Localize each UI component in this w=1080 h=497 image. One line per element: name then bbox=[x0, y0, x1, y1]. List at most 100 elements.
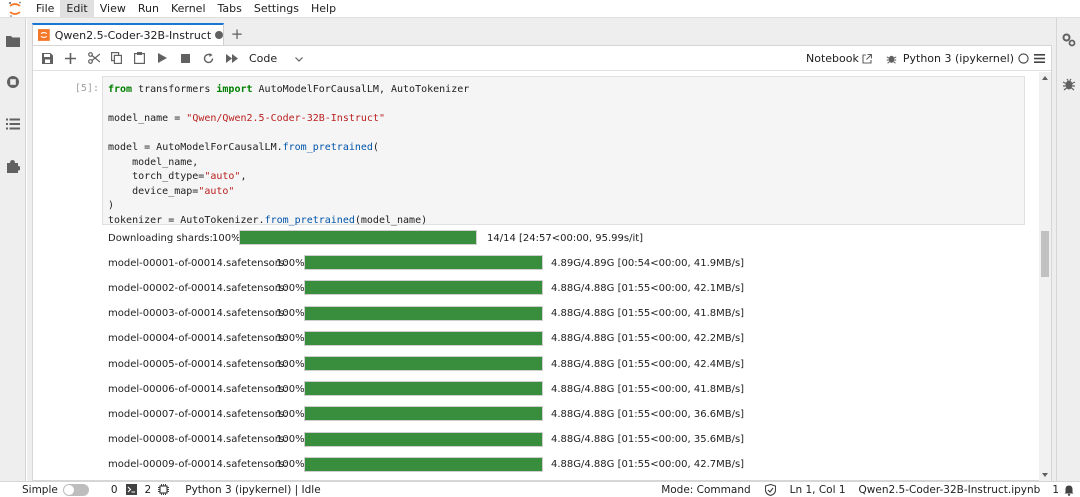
progress-stats: 4.88G/4.88G [01:55<00:00, 42.2MB/s] bbox=[551, 333, 745, 345]
toggle-knob bbox=[63, 484, 74, 495]
progress-fill bbox=[305, 407, 542, 421]
code-token: ( bbox=[372, 142, 379, 153]
file-progress-row: model-00004-of-00014.safetensors: 100% 4.8… bbox=[102, 330, 1032, 347]
open-notebook-button[interactable]: Notebook bbox=[806, 52, 859, 65]
menu-file[interactable]: File bbox=[30, 0, 60, 18]
shards-progress-row: Downloading shards: 100% 14/14 [24:57<00:0… bbox=[102, 230, 1032, 246]
main-area: Qwen2.5-Coder-32B-Instruct + Code Notebo… bbox=[27, 18, 1056, 481]
menu-view[interactable]: View bbox=[94, 0, 132, 18]
progress-label: model-00008-of-00014.safetensors: bbox=[108, 434, 288, 446]
menu-help[interactable]: Help bbox=[305, 0, 342, 18]
notebook-tab[interactable]: Qwen2.5-Coder-32B-Instruct bbox=[32, 23, 224, 45]
terminal-icon bbox=[125, 484, 137, 495]
code-token: tokenizer bbox=[108, 214, 169, 226]
kernel-status-text[interactable]: Python 3 (ipykernel) | Idle bbox=[185, 484, 320, 496]
progress-label: model-00009-of-00014.safetensors: bbox=[108, 459, 288, 471]
cut-icon[interactable] bbox=[82, 47, 105, 69]
debugger-toggle-icon[interactable] bbox=[886, 53, 897, 64]
code-token: torch_dtype= bbox=[108, 171, 205, 182]
progress-label: model-00001-of-00014.safetensors: bbox=[108, 257, 288, 269]
status-bar: Simple 0 2 Python 3 (ipykernel) | Idle M… bbox=[0, 481, 1080, 497]
code-token: "auto" bbox=[204, 171, 241, 182]
menu-tabs[interactable]: Tabs bbox=[212, 0, 248, 18]
terminals-count[interactable]: 0 bbox=[111, 484, 118, 496]
progress-stats: 4.89G/4.89G [00:54<00:00, 41.9MB/s] bbox=[551, 257, 745, 269]
jupyter-logo-icon[interactable] bbox=[0, 0, 30, 18]
progress-bar bbox=[304, 431, 543, 447]
menu-bar: File Edit View Run Kernel Tabs Settings … bbox=[0, 0, 1080, 18]
kernel-status-icon bbox=[1018, 53, 1029, 64]
debugger-icon[interactable] bbox=[1061, 76, 1077, 92]
run-icon[interactable] bbox=[151, 47, 174, 69]
copy-icon[interactable] bbox=[105, 47, 128, 69]
paste-icon[interactable] bbox=[128, 47, 151, 69]
file-progress-row: model-00002-of-00014.safetensors: 100% 4.8… bbox=[102, 280, 1032, 296]
scroll-down-icon[interactable] bbox=[1042, 473, 1048, 477]
notifications-count[interactable]: 1 bbox=[1052, 484, 1059, 496]
chevron-down-icon bbox=[295, 52, 304, 65]
toc-icon[interactable] bbox=[5, 116, 21, 132]
stop-icon[interactable] bbox=[174, 47, 197, 69]
notebook-toolbar: Code Notebook Python 3 (ipykernel) bbox=[33, 46, 1051, 71]
external-link-icon[interactable] bbox=[862, 53, 872, 64]
unsaved-dot-icon[interactable] bbox=[215, 31, 223, 39]
code-line: model = AutoModelForCausalLM.from_pretra… bbox=[108, 141, 469, 156]
code-cell[interactable]: from transformers import AutoModelForCau… bbox=[102, 76, 1025, 228]
fast-forward-icon[interactable] bbox=[220, 47, 243, 69]
menu-kernel[interactable]: Kernel bbox=[165, 0, 212, 18]
progress-percent: 100% bbox=[276, 308, 305, 320]
progress-fill bbox=[305, 256, 542, 270]
simple-mode-toggle[interactable] bbox=[62, 483, 89, 496]
progress-bar bbox=[304, 406, 543, 422]
progress-stats: 4.88G/4.88G [01:55<00:00, 41.8MB/s] bbox=[551, 308, 745, 320]
notebook-panel: Code Notebook Python 3 (ipykernel) [5]: … bbox=[32, 45, 1052, 481]
progress-bar bbox=[304, 356, 543, 371]
code-line: model_name = "Qwen/Qwen2.5-Coder-32B-Ins… bbox=[108, 112, 469, 127]
shield-icon[interactable] bbox=[764, 484, 776, 496]
progress-fill bbox=[305, 306, 542, 320]
progress-bar bbox=[304, 381, 543, 397]
running-icon[interactable] bbox=[5, 74, 21, 90]
bell-icon[interactable] bbox=[1064, 485, 1074, 496]
folder-icon[interactable] bbox=[5, 33, 21, 49]
code-token: from bbox=[108, 84, 133, 95]
progress-fill bbox=[240, 231, 476, 244]
progress-percent: 100% bbox=[276, 358, 305, 370]
progress-stats: 14/14 [24:57<00:00, 95.99s/it] bbox=[487, 232, 644, 244]
menu-settings[interactable]: Settings bbox=[248, 0, 305, 18]
right-sidebar bbox=[1056, 18, 1080, 481]
scrollbar-thumb[interactable] bbox=[1041, 231, 1049, 277]
scroll-up-icon[interactable] bbox=[1042, 76, 1048, 80]
code-token: "auto" bbox=[198, 185, 235, 197]
code-token: "Qwen/Qwen2.5-Coder-32B-Instruct" bbox=[186, 113, 385, 124]
cell-type-select[interactable]: Code bbox=[249, 48, 321, 68]
menu-edit[interactable]: Edit bbox=[60, 0, 94, 18]
add-cell-icon[interactable] bbox=[59, 47, 82, 69]
property-inspector-icon[interactable] bbox=[1061, 32, 1077, 48]
file-progress-row: model-00003-of-00014.safetensors: 100% 4.8… bbox=[102, 305, 1032, 322]
code-token: (model_name) bbox=[354, 214, 428, 226]
notebook-content: [5]: from transformers import AutoModelF… bbox=[33, 72, 1037, 481]
menu-run[interactable]: Run bbox=[132, 0, 165, 18]
code-token: AutoModelForCausalLM. bbox=[150, 142, 283, 153]
progress-label: model-00004-of-00014.safetensors: bbox=[108, 333, 288, 345]
code-line: model_name, bbox=[108, 156, 469, 171]
add-tab-button[interactable]: + bbox=[228, 25, 246, 43]
restart-icon[interactable] bbox=[197, 47, 220, 69]
vertical-scrollbar[interactable] bbox=[1039, 72, 1051, 481]
code-editor[interactable]: from transformers import AutoModelForCau… bbox=[108, 83, 469, 228]
extension-icon[interactable] bbox=[5, 158, 21, 174]
progress-fill bbox=[305, 331, 542, 345]
tab-label: Qwen2.5-Coder-32B-Instruct bbox=[54, 28, 212, 42]
progress-stats: 4.88G/4.88G [01:55<00:00, 35.6MB/s] bbox=[551, 434, 745, 446]
mode-indicator: Mode: Command bbox=[661, 484, 751, 496]
kernels-count[interactable]: 2 bbox=[145, 484, 152, 496]
kernel-name-button[interactable]: Python 3 (ipykernel) bbox=[903, 52, 1014, 65]
cursor-position[interactable]: Ln 1, Col 1 bbox=[790, 484, 846, 496]
progress-label: model-00006-of-00014.safetensors: bbox=[108, 383, 288, 395]
save-icon[interactable] bbox=[36, 47, 59, 69]
menu-icon[interactable] bbox=[1034, 54, 1045, 63]
progress-label: model-00005-of-00014.safetensors: bbox=[108, 358, 288, 370]
toolbar-right: Notebook Python 3 (ipykernel) bbox=[806, 46, 1051, 71]
